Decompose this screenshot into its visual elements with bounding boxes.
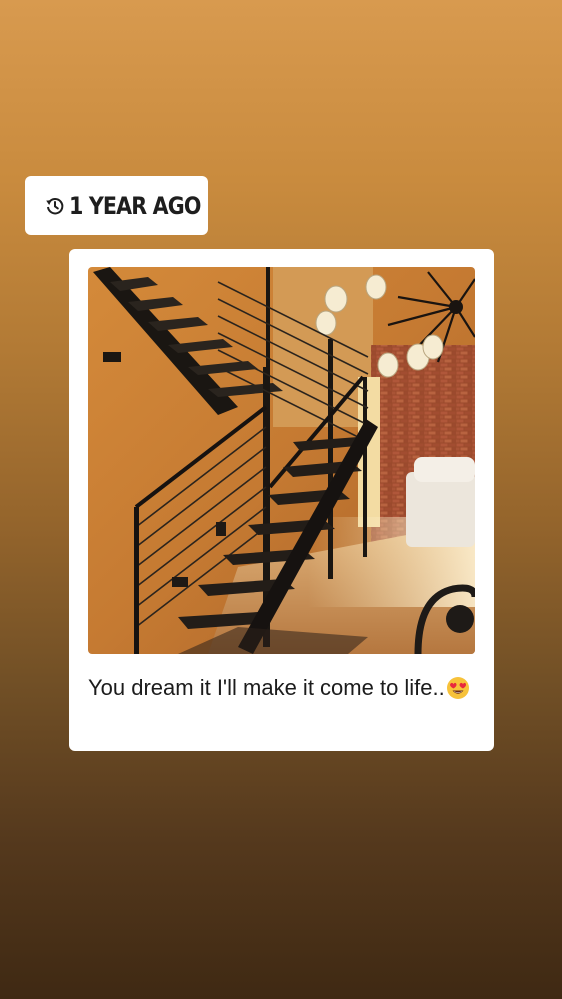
heart-eyes-emoji-icon (446, 676, 470, 707)
history-clock-icon (45, 195, 65, 217)
memory-date-label: 1 YEAR AGO (69, 191, 201, 220)
memory-date-chip[interactable]: 1 YEAR AGO (25, 176, 208, 235)
post-caption-text: You dream it I'll make it come to life.. (88, 675, 445, 700)
shared-post-card[interactable]: You dream it I'll make it come to life.. (69, 249, 494, 751)
post-caption: You dream it I'll make it come to life.. (88, 673, 478, 707)
post-photo[interactable] (88, 267, 475, 654)
